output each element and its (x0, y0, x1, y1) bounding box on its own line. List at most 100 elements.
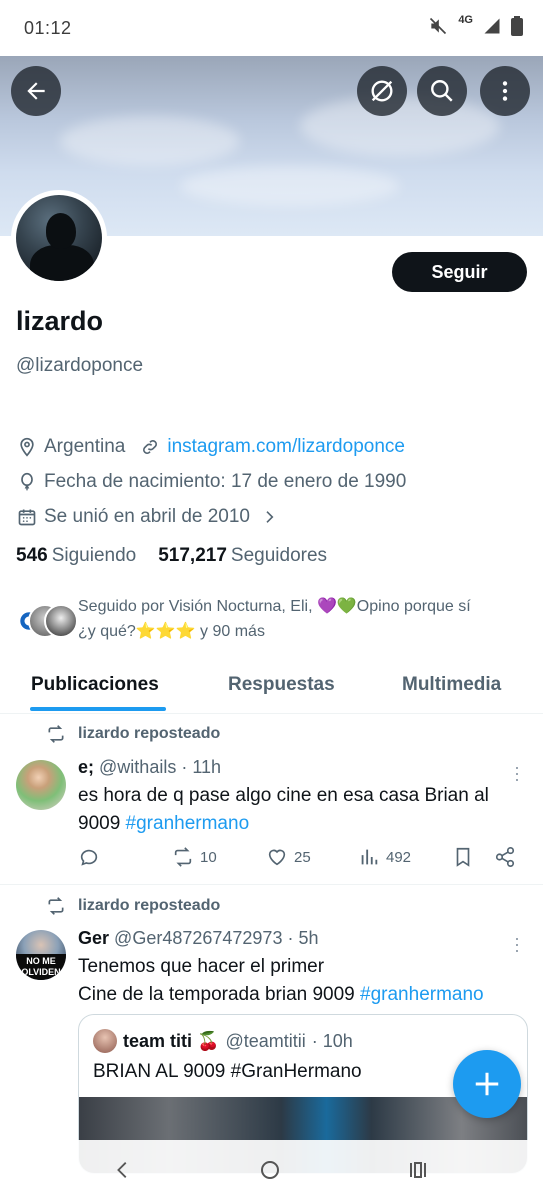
compose-button[interactable] (453, 1050, 521, 1118)
back-nav-icon[interactable] (112, 1158, 134, 1187)
active-tab-indicator (30, 707, 166, 711)
status-bar: 01:12 4G (0, 0, 543, 56)
calendar-icon (16, 506, 38, 528)
views-count: 492 (386, 848, 412, 866)
post-text-line2: Cine de la temporada brian 9009 (78, 984, 361, 1005)
reply-icon (80, 849, 98, 866)
repost-button[interactable]: 10 (172, 846, 217, 868)
repost-icon (174, 847, 192, 867)
repost-icon (46, 896, 66, 916)
joined-row[interactable]: Se unió en abril de 2010 (16, 504, 286, 530)
battery-icon (511, 16, 523, 36)
post-text: es hora de q pase algo cine en esa casa … (78, 782, 533, 838)
birthday-text: Fecha de nacimiento: 17 de enero de 1990 (44, 471, 407, 492)
profile-avatar[interactable] (11, 190, 107, 286)
repost-icon (46, 724, 66, 744)
quote-text: BRIAN AL 9009 #GranHermano (93, 1061, 362, 1082)
recents-nav-icon[interactable] (406, 1158, 430, 1187)
post-author-avatar[interactable] (16, 760, 66, 810)
post-author-handle[interactable]: @Ger487267472973 (114, 928, 282, 948)
reply-button[interactable] (78, 846, 100, 868)
website-link[interactable]: instagram.com/lizardoponce (167, 436, 405, 458)
repost-indicator: lizardo reposteado (46, 724, 220, 744)
location-row: Argentina instagram.com/lizardoponce (16, 434, 405, 460)
post-more-icon[interactable]: · · · (514, 758, 520, 788)
post-header: e; @withails · 11h (78, 757, 221, 778)
back-button[interactable] (11, 66, 61, 116)
views-button[interactable]: 492 (358, 846, 411, 868)
avatar-text-1: NO ME (26, 956, 56, 966)
profile-handle: @lizardoponce (16, 355, 144, 376)
views-icon (361, 849, 378, 865)
status-time: 01:12 (24, 18, 72, 38)
repost-indicator: lizardo reposteado (46, 896, 220, 916)
post-hashtag[interactable]: #granhermano (360, 984, 484, 1005)
post-more-icon[interactable]: · · · (514, 929, 520, 959)
followed-by-line2: ¿y qué?⭐⭐⭐ y 90 más (78, 623, 265, 640)
post-author-avatar[interactable]: NO ME OLVIDEN (16, 930, 66, 980)
follow-button[interactable]: Seguir (392, 252, 527, 292)
followers-stat[interactable]: 517,217 Seguidores (158, 545, 327, 567)
location-text: Argentina (44, 436, 126, 457)
post-text-line1: Tenemos que hacer el primer (78, 956, 325, 977)
balloon-icon (16, 471, 38, 493)
plus-icon (475, 1072, 499, 1096)
post-header: Ger @Ger487267472973 · 5h (78, 928, 319, 949)
link-icon (139, 436, 161, 458)
post-divider (0, 884, 543, 885)
like-count: 25 (294, 848, 311, 866)
system-nav-bar (0, 1140, 543, 1200)
search-icon (431, 80, 453, 102)
status-icons: 4G (428, 14, 523, 36)
post-text-line1: es hora de q pase algo cine en esa casa … (78, 785, 489, 806)
following-count: 546 (16, 545, 48, 566)
more-vertical-icon (502, 81, 508, 101)
followed-by-avatars (12, 600, 78, 640)
quote-author-name: team titi 🍒 (123, 1030, 220, 1051)
post-author-name[interactable]: e; (78, 757, 94, 777)
follower-avatar (44, 604, 78, 638)
mute-icon (430, 17, 447, 35)
followed-by-text: Seguido por Visión Nocturna, Eli, 💜💚Opin… (78, 594, 543, 644)
display-name: lizardo (16, 306, 104, 336)
avatar-image (16, 195, 102, 281)
signal-icon (484, 18, 500, 34)
follow-counts: 546 Siguiendo 517,217 Seguidores (16, 545, 327, 567)
quote-author-avatar (93, 1029, 117, 1053)
following-label: Siguiendo (51, 545, 137, 566)
like-button[interactable]: 25 (266, 846, 311, 868)
grok-icon (371, 80, 393, 102)
bookmark-button[interactable] (452, 846, 474, 868)
post-time: · 11h (181, 757, 222, 777)
chevron-right-icon (258, 506, 280, 528)
tab-respuestas[interactable]: Respuestas (228, 674, 335, 696)
repost-count: 10 (200, 848, 217, 866)
repost-label: lizardo reposteado (78, 725, 221, 742)
home-nav-icon[interactable] (258, 1158, 282, 1187)
network-label: 4G (458, 14, 473, 26)
quote-header: team titi 🍒 @teamtitii · 10h (93, 1029, 353, 1053)
quote-author-handle: @teamtitii (225, 1030, 306, 1051)
post-text: Tenemos que hacer el primer Cine de la t… (78, 953, 533, 1009)
followers-count: 517,217 (158, 545, 227, 566)
location-pin-icon (16, 436, 38, 458)
post-hashtag[interactable]: #granhermano (126, 813, 250, 834)
followers-label: Seguidores (230, 545, 328, 566)
birthday-row: Fecha de nacimiento: 17 de enero de 1990 (16, 469, 406, 495)
more-options-button[interactable] (480, 66, 530, 116)
heart-icon (268, 849, 286, 866)
following-stat[interactable]: 546 Siguiendo (16, 545, 136, 567)
share-button[interactable] (494, 846, 516, 868)
back-arrow-icon (27, 82, 45, 100)
post-author-name[interactable]: Ger (78, 928, 109, 948)
post-actions: 10 25 492 (78, 846, 528, 874)
bookmark-icon (456, 847, 470, 867)
post-time: · 5h (287, 928, 319, 948)
grok-button[interactable] (357, 66, 407, 116)
post-author-handle[interactable]: @withails (99, 757, 176, 777)
search-button[interactable] (417, 66, 467, 116)
quote-time: · 10h (311, 1030, 353, 1051)
tab-multimedia[interactable]: Multimedia (402, 674, 501, 696)
tab-publicaciones[interactable]: Publicaciones (31, 674, 159, 696)
followed-by-line1: Seguido por Visión Nocturna, Eli, 💜💚Opin… (78, 598, 471, 615)
